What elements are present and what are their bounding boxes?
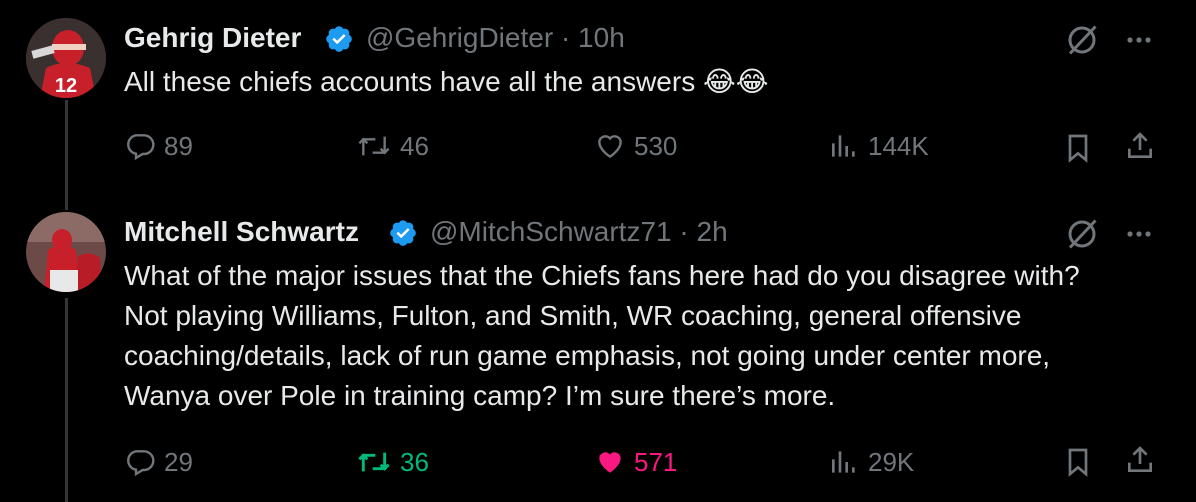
reply-button[interactable]: 89 — [124, 130, 193, 162]
repost-count: 46 — [400, 130, 429, 161]
verified-icon — [390, 220, 416, 246]
reply-count: 89 — [164, 130, 193, 161]
grok-icon[interactable] — [1064, 216, 1100, 252]
handle[interactable]: @GehrigDieter — [366, 22, 553, 53]
meta-dot: · — [679, 216, 689, 247]
like-icon — [598, 135, 622, 159]
like-button[interactable]: 571 — [594, 446, 677, 478]
avatar[interactable] — [26, 212, 106, 292]
repost-count: 36 — [400, 446, 429, 477]
bookmark-icon[interactable] — [1062, 132, 1094, 164]
like-icon — [599, 452, 621, 473]
tweet-meta: @GehrigDieter · 10h — [366, 22, 625, 54]
share-icon[interactable] — [1124, 444, 1156, 476]
tweet-text: What of the major issues that the Chiefs… — [124, 260, 1080, 411]
reply-count: 29 — [164, 446, 193, 477]
views-button[interactable]: 144K — [828, 130, 929, 162]
grok-icon[interactable] — [1064, 22, 1100, 58]
reply-button[interactable]: 29 — [124, 446, 193, 478]
reply-icon — [127, 450, 155, 477]
bookmark-icon[interactable] — [1062, 446, 1094, 478]
timestamp[interactable]: 2h — [697, 216, 728, 247]
verified-icon — [326, 26, 352, 52]
repost-icon — [358, 136, 390, 156]
avatar-image: 12 — [26, 18, 106, 98]
handle[interactable]: @MitchSchwartz71 — [430, 216, 672, 247]
display-name[interactable]: Mitchell Schwartz — [124, 216, 359, 248]
avatar-image — [26, 212, 106, 292]
reply-icon — [127, 134, 155, 161]
repost-button[interactable]: 46 — [356, 130, 429, 162]
like-count: 571 — [634, 446, 678, 477]
share-icon[interactable] — [1124, 130, 1156, 162]
svg-text:12: 12 — [55, 75, 77, 97]
repost-icon — [358, 452, 390, 472]
views-icon — [832, 451, 855, 473]
timestamp[interactable]: 10h — [578, 22, 625, 53]
more-icon[interactable] — [1124, 222, 1154, 246]
view-count: 29K — [868, 446, 915, 477]
like-button[interactable]: 530 — [594, 130, 677, 162]
thread-line-bottom — [65, 298, 68, 502]
views-button[interactable]: 29K — [828, 446, 914, 478]
like-count: 530 — [634, 130, 678, 161]
tweet-text: All these chiefs accounts have all the a… — [124, 66, 769, 97]
meta-dot: · — [560, 22, 571, 53]
views-icon — [832, 135, 855, 157]
repost-button[interactable]: 36 — [356, 446, 429, 478]
more-icon[interactable] — [1124, 28, 1154, 52]
tweet-meta: @MitchSchwartz71 · 2h — [430, 216, 728, 248]
display-name[interactable]: Gehrig Dieter — [124, 22, 301, 54]
view-count: 144K — [868, 130, 929, 161]
avatar[interactable]: 12 — [26, 18, 106, 98]
thread-line-top — [65, 100, 68, 210]
